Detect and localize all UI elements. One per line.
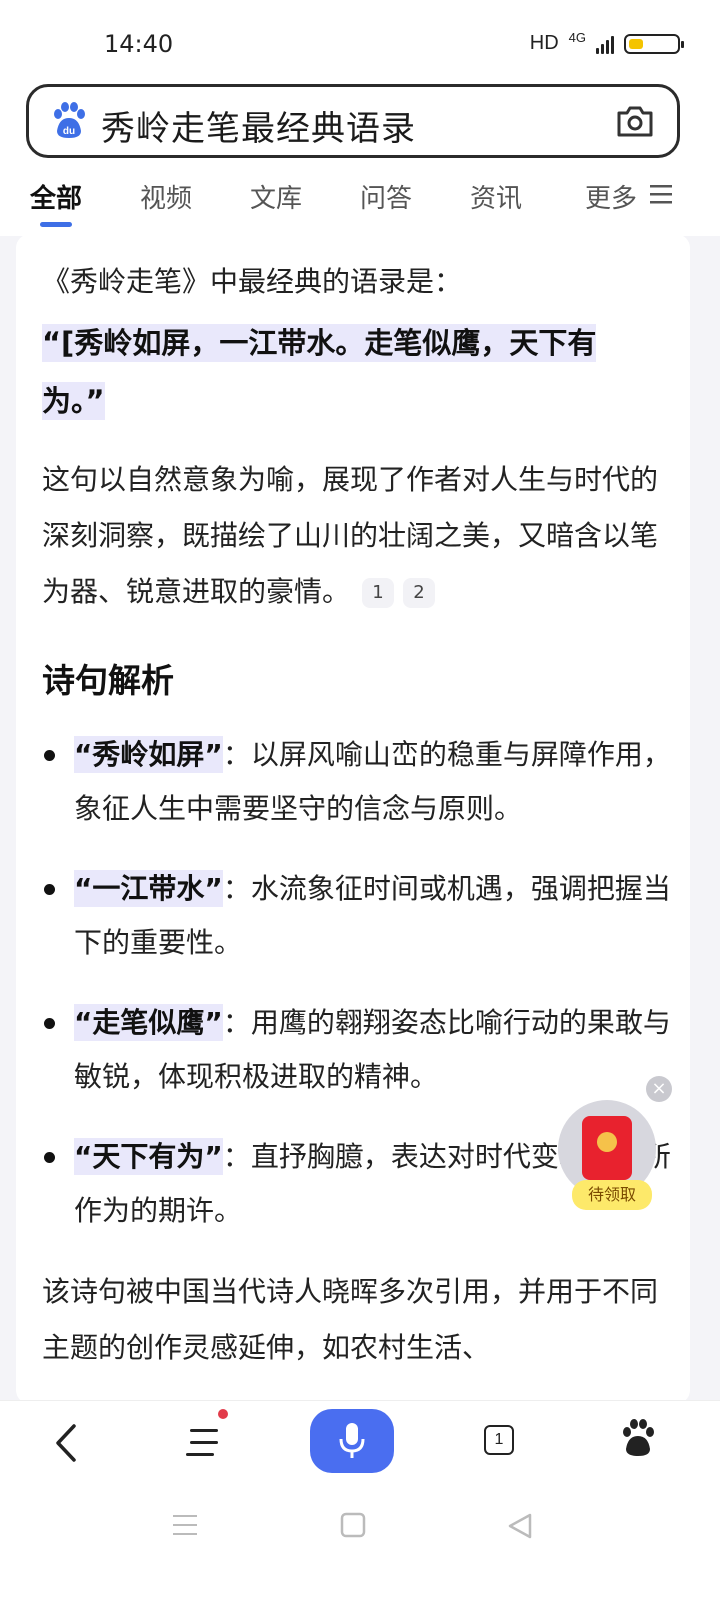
tab-count-button[interactable]: 1 — [484, 1425, 514, 1455]
status-icons: HD 4G — [529, 30, 684, 55]
bullet-icon — [44, 750, 55, 761]
search-input[interactable]: 秀岭走笔最经典语录 — [101, 101, 416, 150]
voice-search-button[interactable] — [310, 1409, 394, 1473]
status-bar: 14:40 HD 4G — [0, 0, 720, 88]
tab-video[interactable]: 视频 — [140, 178, 192, 215]
bullet-icon — [44, 1152, 55, 1163]
battery-icon — [624, 33, 684, 54]
tab-qa[interactable]: 问答 — [360, 178, 412, 215]
search-tabs: 全部 视频 文库 问答 资讯 更多 — [0, 178, 720, 236]
menu-icon[interactable] — [650, 184, 672, 204]
tab-more[interactable]: 更多 — [585, 178, 637, 215]
menu-list-icon[interactable] — [186, 1425, 222, 1459]
answer-paragraph-text: 这句以自然意象为喻，展现了作者对人生与时代的深刻洞察，既描绘了山川的壮阔之美，又… — [42, 463, 659, 608]
bullet-icon — [44, 1018, 55, 1029]
home-icon[interactable] — [340, 1512, 366, 1538]
answer-paragraph: 这句以自然意象为喻，展现了作者对人生与时代的深刻洞察，既描绘了山川的壮阔之美，又… — [42, 452, 672, 620]
baidu-home-icon[interactable] — [620, 1419, 656, 1457]
citation-1[interactable]: 1 — [362, 578, 395, 608]
red-packet-label[interactable]: 待领取 — [572, 1180, 652, 1210]
back-icon[interactable] — [52, 1423, 80, 1463]
system-back-icon[interactable] — [506, 1512, 534, 1540]
active-tab-indicator — [40, 222, 72, 227]
baidu-paw-icon: du — [54, 102, 85, 138]
quote-line-2: 为。” — [42, 382, 105, 420]
section-heading: 诗句解析 — [42, 661, 174, 700]
tab-news[interactable]: 资讯 — [470, 178, 522, 215]
red-packet-widget[interactable]: × 待领取 — [556, 1076, 676, 1216]
answer-paragraph-2: 该诗句被中国当代诗人晓晖多次引用，并用于不同主题的创作灵感延伸，如农村生活、 — [42, 1275, 659, 1364]
close-icon[interactable]: × — [646, 1076, 672, 1102]
quote-line-1: “[秀岭如屏，一江带水。走笔似鹰，天下有 — [42, 324, 597, 362]
camera-icon[interactable] — [615, 103, 655, 139]
network-type: 4G — [568, 30, 586, 45]
list-item: “一江带水”：水流象征时间或机遇，强调把握当下的重要性。 — [42, 862, 672, 970]
red-packet-icon — [582, 1116, 632, 1180]
notification-dot — [218, 1409, 228, 1419]
tab-library[interactable]: 文库 — [250, 178, 302, 215]
signal-icon — [596, 34, 614, 54]
answer-card: 《秀岭走笔》中最经典的语录是： “[秀岭如屏，一江带水。走笔似鹰，天下有 为。”… — [16, 234, 690, 1404]
hd-indicator: HD — [529, 32, 559, 54]
baidu-logo-text: du — [63, 126, 75, 137]
microphone-icon — [339, 1423, 365, 1458]
system-nav — [0, 1490, 720, 1600]
list-item: “秀岭如屏”：以屏风喻山峦的稳重与屏障作用，象征人生中需要坚守的信念与原则。 — [42, 728, 672, 836]
packet-seal — [597, 1132, 617, 1152]
tab-all[interactable]: 全部 — [30, 178, 82, 215]
battery-level — [629, 38, 643, 49]
bottom-nav: 1 — [0, 1400, 720, 1491]
bullet-icon — [44, 884, 55, 895]
search-header: du 秀岭走笔最经典语录 — [0, 84, 720, 178]
answer-intro: 《秀岭走笔》中最经典的语录是： — [42, 265, 463, 298]
search-bar[interactable]: du 秀岭走笔最经典语录 — [26, 84, 680, 158]
status-time: 14:40 — [104, 30, 174, 58]
recent-apps-icon[interactable] — [172, 1512, 198, 1538]
citation-2[interactable]: 2 — [402, 578, 435, 608]
